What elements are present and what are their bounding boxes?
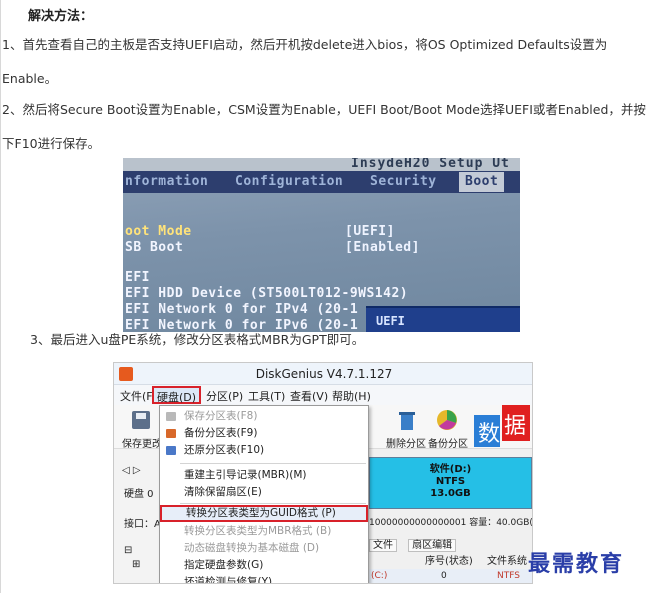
dg-menu-view[interactable]: 查看(V) [290,388,328,404]
step-3-text: 3、最后进入u盘PE系统，修改分区表格式MBR为GPT即可。 [30,332,365,347]
bios-value-boot-mode: [UEFI] [345,224,395,239]
row-drive: (C:) [371,571,388,581]
menu-separator [180,463,366,464]
menu-item-label: 保存分区表(F8) [184,410,258,422]
menu-item-clear-reserved-sectors[interactable]: 清除保留扇区(E) [160,484,368,501]
dg-disk-label: 硬盘 0 [124,489,154,500]
bios-popup-text: UEFI [376,314,405,328]
menu-item-specify-disk-params[interactable]: 指定硬盘参数(G) [160,557,368,574]
menu-item-save-partition-table[interactable]: 保存分区表(F8) [160,408,368,425]
bios-menu-boot: Boot [459,172,505,192]
svg-text:数: 数 [478,422,500,447]
menu-item-backup-partition-table[interactable]: 备份分区表(F9) [160,425,368,442]
dg-menu-partition[interactable]: 分区(P) [206,388,243,404]
dg-left-pane: ◁ ▷ 硬盘 0 接口：A ⊟ ⊞ [114,449,161,583]
bios-row-efi: EFI [125,270,150,285]
backup-icon [166,429,176,438]
dg-menu-bar: 文件(F) 硬盘(D) 分区(P) 工具(T) 查看(V) 帮助(H) [114,385,532,405]
dg-menu-tools[interactable]: 工具(T) [248,388,285,404]
tab-files[interactable]: 文件 [369,539,397,552]
partition-fs: NTFS [435,476,466,487]
bios-row-usb-boot: SB Boot [125,240,184,255]
content-left-border [0,0,1,593]
menu-item-restore-partition-table[interactable]: 还原分区表(F10) [160,442,368,459]
lower-tabs: 文件 扇区编辑 [369,533,532,552]
bios-row-efi-ipv4: EFI Network 0 for IPv4 (20-1 [125,302,359,317]
restore-icon [166,446,176,455]
menu-item-convert-to-mbr[interactable]: 转换分区表类型为MBR格式 (B) [160,523,368,540]
partition-name: 软件(D:) [429,464,472,475]
menu-item-label: 还原分区表(F10) [184,444,265,456]
tab-sector-edit[interactable]: 扇区编辑 [408,539,457,552]
step-1-text: 1、首先查看自己的主板是否支持UEFI启动，然后开机按delete进入bios，… [2,37,608,86]
column-filesystem[interactable]: 文件系统 [487,552,527,567]
row-index: 0 [441,571,447,581]
bios-menu-information: nformation [125,174,209,189]
toolbar-delete-label[interactable]: 删除分区 [386,435,426,450]
bios-row-boot-mode: oot Mode [125,224,192,239]
save-icon [166,412,176,421]
diskgenius-screenshot: DiskGenius V4.7.1.127 文件(F) 硬盘(D) 分区(P) … [113,362,533,584]
disk-dropdown-menu: 保存分区表(F8) 备份分区表(F9) 还原分区表(F10) 重建主引导记录(M… [159,405,369,583]
column-index-status[interactable]: 序号(状态) [425,552,473,567]
menu-item-rebuild-mbr[interactable]: 重建主引导记录(MBR)(M) [160,467,368,484]
menu-item-dynamic-to-basic[interactable]: 动态磁盘转换为基本磁盘 (D) [160,540,368,557]
dg-menu-disk[interactable]: 硬盘(D) [152,386,202,404]
menu-item-convert-to-guid[interactable]: 转换分区表类型为GUID格式 (P) [160,505,368,522]
dg-window-title: DiskGenius V4.7.1.127 [255,367,393,381]
partition-size: 13.0GB [430,488,471,499]
delete-partition-icon[interactable] [394,408,420,432]
toolbar-backup-label[interactable]: 备份分区 [428,435,468,450]
bios-menu-configuration: Configuration [235,174,344,189]
step-2-text: 2、然后将Secure Boot设置为Enable，CSM设置为Enable，U… [2,102,646,151]
save-changes-icon[interactable] [128,408,154,432]
partition-bar[interactable]: 软件(D:) NTFS 13.0GB [369,457,532,509]
bios-screenshot: InsydeH20 Setup Ut nformation Configurat… [123,158,520,332]
nav-arrows-icon[interactable]: ◁ ▷ [122,465,141,476]
tree-expand-icon[interactable]: ⊟ [124,545,132,556]
toolbar-save-label[interactable]: 保存更改 [122,435,162,450]
row-fs: NTFS [497,571,520,581]
bios-menu-security: Security [370,174,437,189]
backup-partition-icon[interactable] [434,408,460,432]
dg-interface-label: 接口：A [124,519,161,530]
menu-separator [180,503,366,504]
menu-item-bad-sector-repair[interactable]: 坏道检测与修复(Y) [160,574,368,583]
menu-item-label: 备份分区表(F9) [184,427,258,439]
dg-menu-help[interactable]: 帮助(H) [332,388,371,404]
bios-popup: UEFI [366,306,520,332]
disk-info-line: 10000000000000001 容量：40.0GB(40 [369,518,533,528]
svg-text:据: 据 [504,414,526,439]
promo-banner-icon: 数据 [474,405,530,447]
table-row[interactable]: (C:) 0 NTFS [369,569,532,583]
bios-value-usb-boot: [Enabled] [345,240,420,255]
bios-brand: InsydeH20 Setup Ut [351,158,510,171]
site-watermark: 最需教育 [528,551,625,577]
solution-heading: 解决方法： [28,9,94,24]
dg-title-bar: DiskGenius V4.7.1.127 [114,363,532,385]
tree-expand-icon[interactable]: ⊞ [132,559,140,570]
bios-row-efi-hdd: EFI HDD Device (ST500LT012-9WS142) [125,286,409,301]
